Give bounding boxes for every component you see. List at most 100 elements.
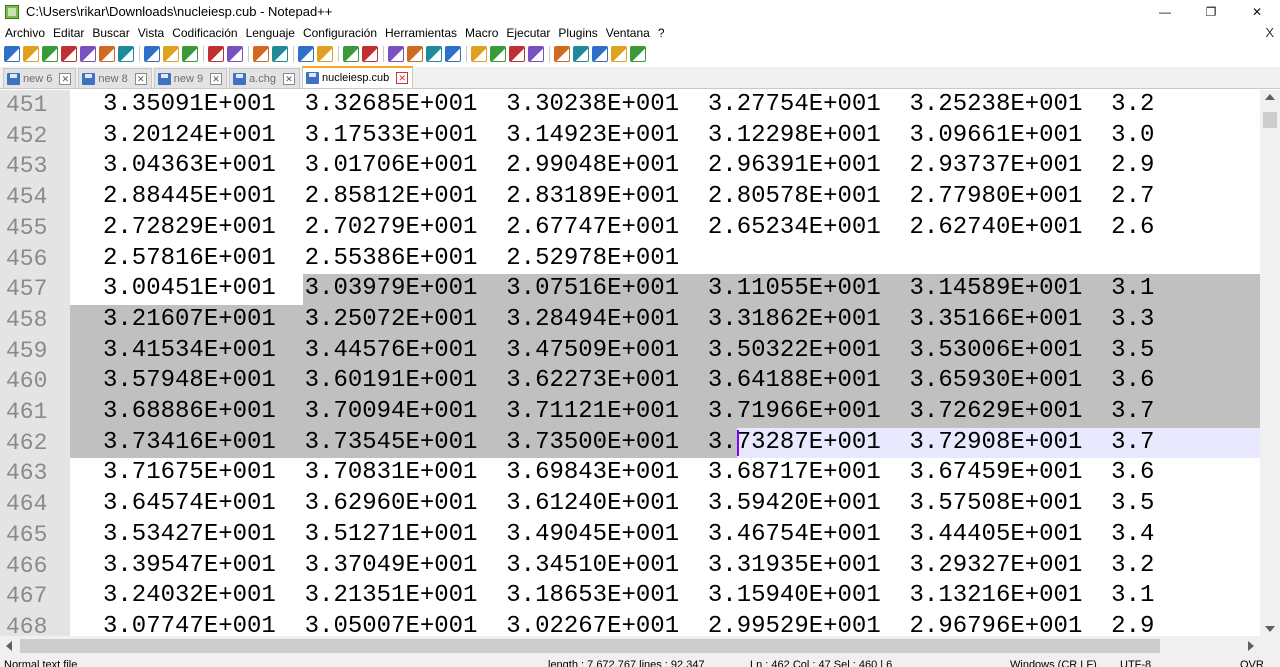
save-macro-icon[interactable] (630, 46, 646, 62)
editor-line[interactable]: 464 3.64574E+001 3.62960E+001 3.61240E+00… (0, 489, 1260, 520)
scroll-left-arrow-icon[interactable] (6, 641, 12, 651)
line-text[interactable]: 3.71675E+001 3.70831E+001 3.69843E+001 3… (103, 458, 1154, 489)
editor-line[interactable]: 460 3.57948E+001 3.60191E+001 3.62273E+00… (0, 366, 1260, 397)
line-text[interactable]: 3.20124E+001 3.17533E+001 3.14923E+001 3… (103, 121, 1154, 152)
document-map-icon[interactable] (471, 46, 487, 62)
scroll-right-arrow-icon[interactable] (1248, 641, 1254, 651)
line-text[interactable]: 3.41534E+001 3.44576E+001 3.47509E+001 3… (103, 336, 1154, 367)
tab-a-chg[interactable]: a.chg ✕ (229, 68, 300, 88)
line-text[interactable]: 3.53427E+001 3.51271E+001 3.49045E+001 3… (103, 520, 1154, 551)
editor-line[interactable]: 461 3.68886E+001 3.70094E+001 3.71121E+00… (0, 397, 1260, 428)
maximize-button[interactable]: ❐ (1188, 0, 1234, 23)
line-text[interactable]: 2.72829E+001 2.70279E+001 2.67747E+001 2… (103, 213, 1154, 244)
menu-item[interactable]: Macro (461, 26, 502, 40)
tab-nucleiesp-cub[interactable]: nucleiesp.cub ✕ (302, 66, 414, 88)
editor-line[interactable]: 458 3.21607E+001 3.25072E+001 3.28494E+00… (0, 305, 1260, 336)
play-macro-icon[interactable] (592, 46, 608, 62)
menu-item[interactable]: Configuración (299, 26, 381, 40)
menu-item[interactable]: Buscar (88, 26, 133, 40)
line-text[interactable]: 2.88445E+001 2.85812E+001 2.83189E+001 2… (103, 182, 1154, 213)
line-text[interactable]: 3.73416E+001 3.73545E+001 3.73500E+001 3… (103, 428, 1154, 459)
tab-close-icon[interactable]: ✕ (59, 72, 72, 85)
redo-icon[interactable] (227, 46, 243, 62)
folder-workspace-icon[interactable] (509, 46, 525, 62)
editor-line[interactable]: 465 3.53427E+001 3.51271E+001 3.49045E+00… (0, 520, 1260, 551)
tab-close-icon[interactable]: ✕ (396, 72, 409, 84)
undo-icon[interactable] (208, 46, 224, 62)
scroll-up-arrow-icon[interactable] (1265, 94, 1275, 100)
tab-close-icon[interactable]: ✕ (283, 72, 295, 85)
line-text[interactable]: 3.57948E+001 3.60191E+001 3.62273E+001 3… (103, 366, 1154, 397)
editor-line[interactable]: 457 3.00451E+001 3.03979E+001 3.07516E+00… (0, 274, 1260, 305)
tab-close-icon[interactable]: ✕ (134, 72, 147, 85)
vertical-scroll-thumb[interactable] (1263, 112, 1277, 128)
tab-new-8[interactable]: new 8 ✕ (78, 68, 152, 88)
save-icon[interactable] (42, 46, 58, 62)
tab-close-icon[interactable]: ✕ (210, 72, 223, 85)
copy-icon[interactable] (163, 46, 179, 62)
paste-icon[interactable] (182, 46, 198, 62)
word-wrap-icon[interactable] (388, 46, 404, 62)
sync-horizontal-icon[interactable] (362, 46, 378, 62)
menu-item[interactable]: Vista (134, 26, 168, 40)
close-all-icon[interactable] (99, 46, 115, 62)
tab-new-6[interactable]: new 6 ✕ (3, 68, 77, 88)
line-text[interactable]: 3.00451E+001 3.03979E+001 3.07516E+001 3… (103, 274, 1154, 305)
print-icon[interactable] (118, 46, 134, 62)
line-text[interactable]: 3.39547E+001 3.37049E+001 3.34510E+001 3… (103, 551, 1154, 582)
monitoring-icon[interactable] (528, 46, 544, 62)
tab-new-9[interactable]: new 9 ✕ (153, 68, 228, 88)
sync-vertical-icon[interactable] (343, 46, 359, 62)
line-text[interactable]: 3.64574E+001 3.62960E+001 3.61240E+001 3… (103, 489, 1154, 520)
editor-line[interactable]: 456 2.57816E+001 2.55386E+001 2.52978E+00… (0, 244, 1260, 275)
save-all-icon[interactable] (61, 46, 77, 62)
stop-macro-icon[interactable] (573, 46, 589, 62)
text-editor[interactable]: 451 3.35091E+001 3.32685E+001 3.30238E+00… (0, 90, 1260, 636)
menu-item[interactable]: Herramientas (381, 26, 461, 40)
editor-line[interactable]: 454 2.88445E+001 2.85812E+001 2.83189E+00… (0, 182, 1260, 213)
line-text[interactable]: 3.35091E+001 3.32685E+001 3.30238E+001 3… (103, 90, 1154, 121)
open-file-icon[interactable] (23, 46, 39, 62)
horizontal-scroll-thumb[interactable] (20, 639, 1160, 653)
minimize-button[interactable]: — (1142, 0, 1188, 23)
zoom-out-icon[interactable] (317, 46, 333, 62)
line-text[interactable]: 3.04363E+001 3.01706E+001 2.99048E+001 2… (103, 151, 1154, 182)
indent-guide-icon[interactable] (426, 46, 442, 62)
line-text[interactable]: 2.57816E+001 2.55386E+001 2.52978E+001 (103, 244, 679, 275)
new-file-icon[interactable] (4, 46, 20, 62)
editor-line[interactable]: 452 3.20124E+001 3.17533E+001 3.14923E+00… (0, 121, 1260, 152)
scroll-down-arrow-icon[interactable] (1265, 626, 1275, 632)
editor-line[interactable]: 451 3.35091E+001 3.32685E+001 3.30238E+00… (0, 90, 1260, 121)
line-text[interactable]: 3.21607E+001 3.25072E+001 3.28494E+001 3… (103, 305, 1154, 336)
line-text[interactable]: 3.07747E+001 3.05007E+001 3.02267E+001 2… (103, 612, 1154, 636)
close-document-button[interactable]: X (1265, 25, 1274, 40)
line-text[interactable]: 3.68886E+001 3.70094E+001 3.71121E+001 3… (103, 397, 1154, 428)
horizontal-scrollbar[interactable] (0, 636, 1280, 656)
close-icon[interactable] (80, 46, 96, 62)
menu-item[interactable]: Ventana (602, 26, 654, 40)
record-macro-icon[interactable] (554, 46, 570, 62)
menu-item[interactable]: Archivo (0, 26, 49, 40)
menu-item[interactable]: Ejecutar (502, 26, 554, 40)
editor-line[interactable]: 462 3.73416E+001 3.73545E+001 3.73500E+00… (0, 428, 1260, 459)
menu-item[interactable]: Editar (49, 26, 88, 40)
menu-item[interactable]: Codificación (168, 26, 241, 40)
status-encoding[interactable]: UTF-8 (1120, 659, 1151, 667)
function-list-icon[interactable] (490, 46, 506, 62)
menu-item[interactable]: Lenguaje (242, 26, 299, 40)
define-language-icon[interactable] (445, 46, 461, 62)
line-text[interactable]: 3.24032E+001 3.21351E+001 3.18653E+001 3… (103, 581, 1154, 612)
replace-icon[interactable] (272, 46, 288, 62)
editor-line[interactable]: 468 3.07747E+001 3.05007E+001 3.02267E+00… (0, 612, 1260, 636)
vertical-scrollbar[interactable] (1260, 90, 1280, 636)
zoom-in-icon[interactable] (298, 46, 314, 62)
menu-item[interactable]: ? (654, 26, 669, 40)
editor-line[interactable]: 459 3.41534E+001 3.44576E+001 3.47509E+00… (0, 336, 1260, 367)
editor-line[interactable]: 463 3.71675E+001 3.70831E+001 3.69843E+00… (0, 458, 1260, 489)
editor-line[interactable]: 466 3.39547E+001 3.37049E+001 3.34510E+00… (0, 551, 1260, 582)
menu-item[interactable]: Plugins (554, 26, 601, 40)
show-all-chars-icon[interactable] (407, 46, 423, 62)
editor-line[interactable]: 455 2.72829E+001 2.70279E+001 2.67747E+00… (0, 213, 1260, 244)
status-eol[interactable]: Windows (CR LF) (1010, 659, 1097, 667)
editor-line[interactable]: 453 3.04363E+001 3.01706E+001 2.99048E+00… (0, 151, 1260, 182)
